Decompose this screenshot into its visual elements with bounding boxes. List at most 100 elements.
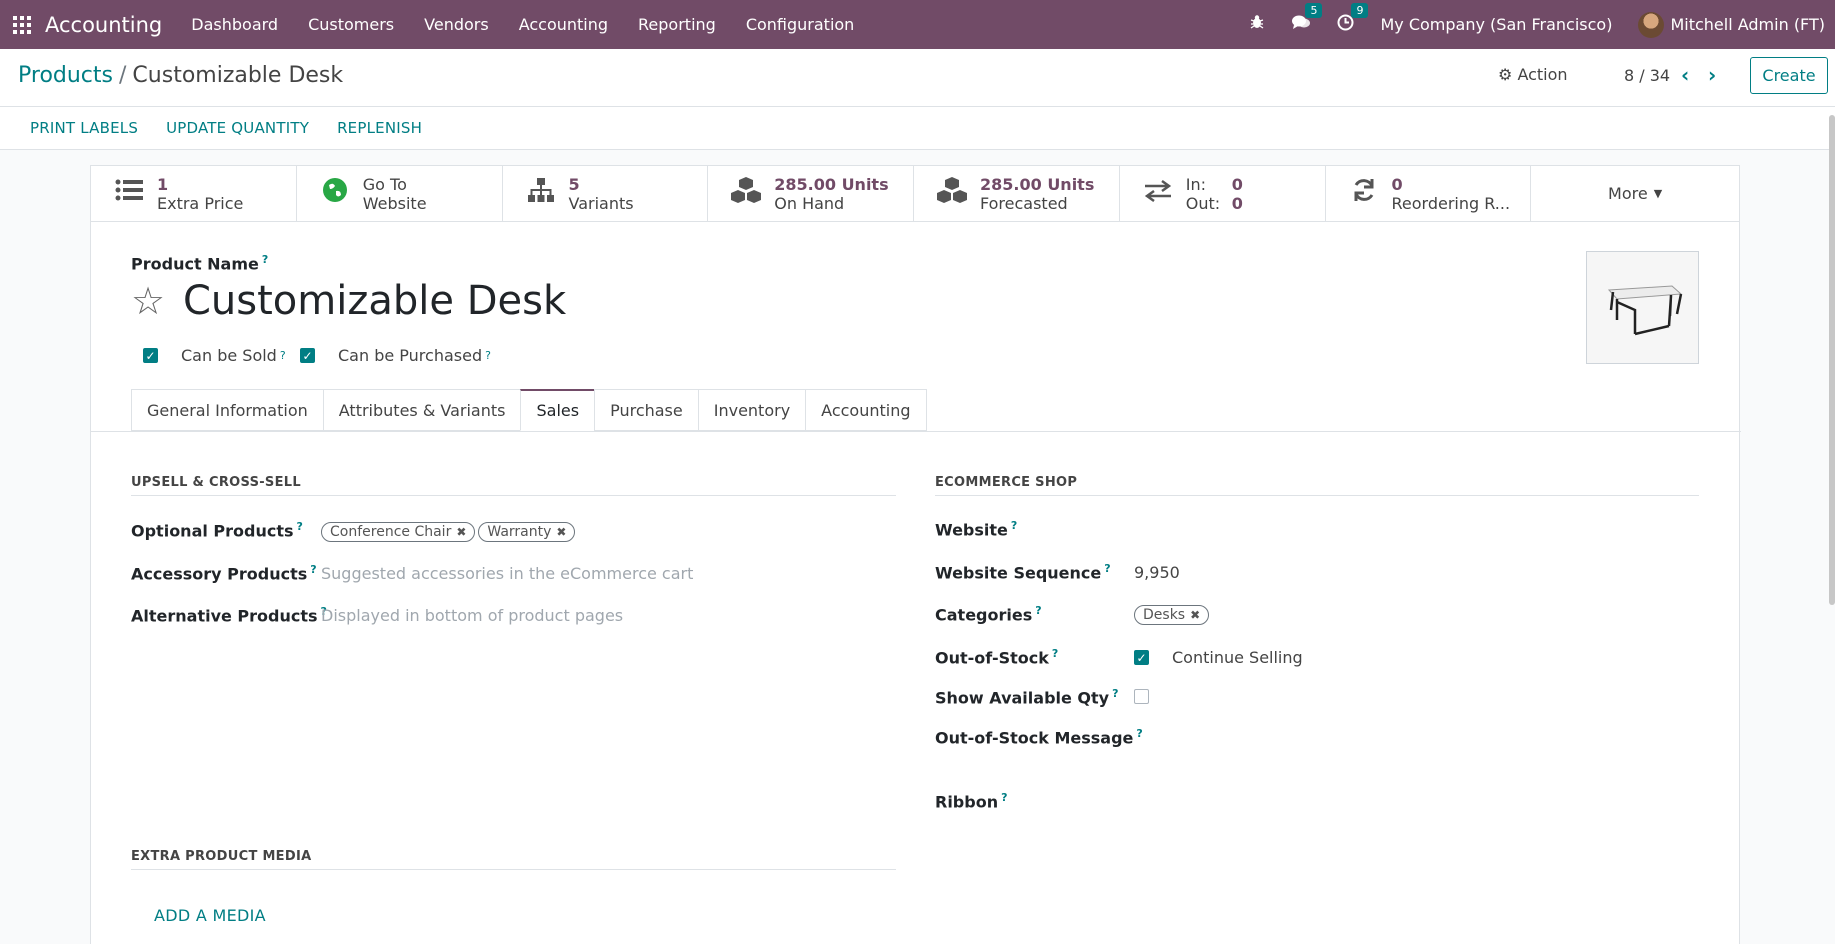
help-icon[interactable]: ? bbox=[310, 563, 316, 576]
cubes-icon bbox=[730, 176, 762, 211]
page-scrollbar[interactable] bbox=[1829, 115, 1835, 605]
activity-clock-icon[interactable]: 9 bbox=[1337, 2, 1369, 36]
tab-sales[interactable]: Sales bbox=[520, 389, 595, 431]
help-icon[interactable]: ? bbox=[1112, 687, 1118, 700]
continue-selling-row: ✓ Continue Selling bbox=[1134, 648, 1303, 667]
in-value: 0 bbox=[1231, 174, 1243, 194]
nav-reporting[interactable]: Reporting bbox=[623, 15, 731, 34]
on-hand-button[interactable]: 285.00 Units On Hand bbox=[708, 166, 914, 221]
help-icon[interactable]: ? bbox=[262, 253, 268, 266]
chevron-left-icon[interactable]: ‹ bbox=[1681, 63, 1689, 87]
optional-products-field[interactable]: Conference Chair ✖ Warranty ✖ bbox=[321, 521, 578, 542]
help-icon[interactable]: ? bbox=[485, 349, 491, 362]
product-name-field[interactable]: Customizable Desk bbox=[183, 278, 566, 324]
extra-media-section-title: EXTRA PRODUCT MEDIA bbox=[131, 849, 896, 870]
nav-dashboard[interactable]: Dashboard bbox=[176, 15, 293, 34]
company-switcher[interactable]: My Company (San Francisco) bbox=[1380, 15, 1612, 34]
chevron-right-icon[interactable]: › bbox=[1708, 63, 1716, 87]
show-available-qty-label: Show Available Qty? bbox=[935, 687, 1119, 708]
breadcrumb: Products / Customizable Desk bbox=[18, 63, 343, 88]
help-icon[interactable]: ? bbox=[1104, 562, 1110, 575]
pager-value[interactable]: 8 / 34 bbox=[1624, 66, 1670, 85]
help-icon[interactable]: ? bbox=[1001, 791, 1007, 804]
chat-icon[interactable]: 5 bbox=[1291, 3, 1323, 35]
tag-desks: Desks ✖ bbox=[1134, 605, 1210, 625]
out-of-stock-label: Out-of-Stock? bbox=[935, 647, 1059, 668]
breadcrumb-current: Customizable Desk bbox=[132, 63, 344, 88]
print-labels-button[interactable]: PRINT LABELS bbox=[30, 119, 138, 137]
help-icon[interactable]: ? bbox=[1052, 647, 1058, 660]
website-label: Website? bbox=[935, 519, 1018, 540]
remove-tag-icon[interactable]: ✖ bbox=[556, 525, 566, 539]
create-button[interactable]: Create bbox=[1750, 57, 1828, 94]
exchange-arrows-icon bbox=[1142, 179, 1174, 209]
help-icon[interactable]: ? bbox=[280, 349, 286, 362]
form-sheet: 1 Extra Price Go To Website 5 Variants 2… bbox=[90, 165, 1741, 944]
tab-inventory[interactable]: Inventory bbox=[697, 389, 806, 431]
extra-price-count: 1 bbox=[157, 174, 169, 194]
nav-configuration[interactable]: Configuration bbox=[731, 15, 870, 34]
remove-tag-icon[interactable]: ✖ bbox=[456, 525, 466, 539]
extra-price-button[interactable]: 1 Extra Price bbox=[91, 166, 297, 221]
product-image[interactable] bbox=[1586, 251, 1699, 364]
desk-image-icon bbox=[1607, 285, 1683, 336]
replenish-button[interactable]: REPLENISH bbox=[337, 119, 422, 137]
tab-general-information[interactable]: General Information bbox=[131, 389, 323, 431]
action-label: Action bbox=[1517, 65, 1568, 84]
show-available-qty-checkbox[interactable] bbox=[1134, 689, 1149, 704]
in-out-button[interactable]: In: 0 Out: 0 bbox=[1120, 166, 1326, 221]
user-avatar[interactable] bbox=[1638, 11, 1665, 38]
tag-conference-chair: Conference Chair ✖ bbox=[321, 522, 476, 542]
on-hand-value: 285.00 Units bbox=[774, 174, 889, 194]
website-line2: Website bbox=[362, 193, 427, 213]
apps-menu-icon[interactable] bbox=[13, 15, 31, 34]
update-quantity-button[interactable]: UPDATE QUANTITY bbox=[166, 119, 309, 137]
user-menu[interactable]: Mitchell Admin (FT) bbox=[1670, 15, 1825, 34]
website-line1: Go To bbox=[362, 174, 407, 194]
notebook-tabs: General Information Attributes & Variant… bbox=[131, 389, 927, 431]
debug-bug-icon[interactable] bbox=[1249, 14, 1265, 35]
tab-divider bbox=[91, 431, 1741, 432]
breadcrumb-products-link[interactable]: Products bbox=[18, 63, 113, 88]
globe-icon bbox=[319, 177, 351, 210]
help-icon[interactable]: ? bbox=[1011, 519, 1017, 532]
reordering-rules-button[interactable]: 0 Reordering R... bbox=[1326, 166, 1532, 221]
website-sequence-label: Website Sequence? bbox=[935, 562, 1111, 583]
help-icon[interactable]: ? bbox=[1035, 604, 1041, 617]
favorite-star-icon[interactable]: ☆ bbox=[131, 279, 165, 323]
alternative-products-input[interactable]: Displayed in bottom of product pages bbox=[321, 606, 623, 625]
help-icon[interactable]: ? bbox=[1136, 727, 1142, 740]
app-brand[interactable]: Accounting bbox=[45, 13, 162, 37]
tab-attributes-variants[interactable]: Attributes & Variants bbox=[322, 389, 521, 431]
cubes-icon bbox=[936, 176, 968, 211]
nav-customers[interactable]: Customers bbox=[293, 15, 409, 34]
alternative-products-label: Alternative Products? bbox=[131, 605, 327, 626]
action-menu-button[interactable]: ⚙ Action bbox=[1498, 65, 1568, 84]
continue-selling-checkbox[interactable]: ✓ bbox=[1134, 650, 1149, 665]
add-media-button[interactable]: ADD A MEDIA bbox=[154, 906, 266, 925]
can-be-sold-label: Can be Sold bbox=[181, 346, 277, 365]
can-be-sold-checkbox[interactable]: ✓ bbox=[143, 348, 158, 363]
reordering-label: Reordering R... bbox=[1391, 193, 1511, 213]
remove-tag-icon[interactable]: ✖ bbox=[1190, 608, 1200, 622]
more-dropdown-button[interactable]: More ▼ bbox=[1531, 166, 1739, 221]
forecasted-button[interactable]: 285.00 Units Forecasted bbox=[914, 166, 1120, 221]
can-be-purchased-checkbox[interactable]: ✓ bbox=[300, 348, 315, 363]
tab-purchase[interactable]: Purchase bbox=[594, 389, 698, 431]
tab-accounting[interactable]: Accounting bbox=[805, 389, 927, 431]
gear-icon: ⚙ bbox=[1498, 65, 1513, 84]
categories-label: Categories? bbox=[935, 604, 1042, 625]
nav-accounting[interactable]: Accounting bbox=[504, 15, 623, 34]
variants-button[interactable]: 5 Variants bbox=[503, 166, 709, 221]
nav-vendors[interactable]: Vendors bbox=[409, 15, 504, 34]
accessory-products-input[interactable]: Suggested accessories in the eCommerce c… bbox=[321, 564, 693, 583]
can-be-purchased-row: ✓ Can be Purchased? bbox=[300, 346, 491, 365]
categories-field[interactable]: Desks ✖ bbox=[1134, 604, 1212, 625]
website-sequence-input[interactable]: 9,950 bbox=[1134, 563, 1180, 582]
product-name-label: Product Name? bbox=[131, 253, 269, 274]
help-icon[interactable]: ? bbox=[297, 520, 303, 533]
go-to-website-button[interactable]: Go To Website bbox=[297, 166, 503, 221]
optional-products-label: Optional Products? bbox=[131, 520, 303, 541]
more-label: More bbox=[1608, 184, 1648, 203]
show-qty-row bbox=[1134, 689, 1172, 704]
